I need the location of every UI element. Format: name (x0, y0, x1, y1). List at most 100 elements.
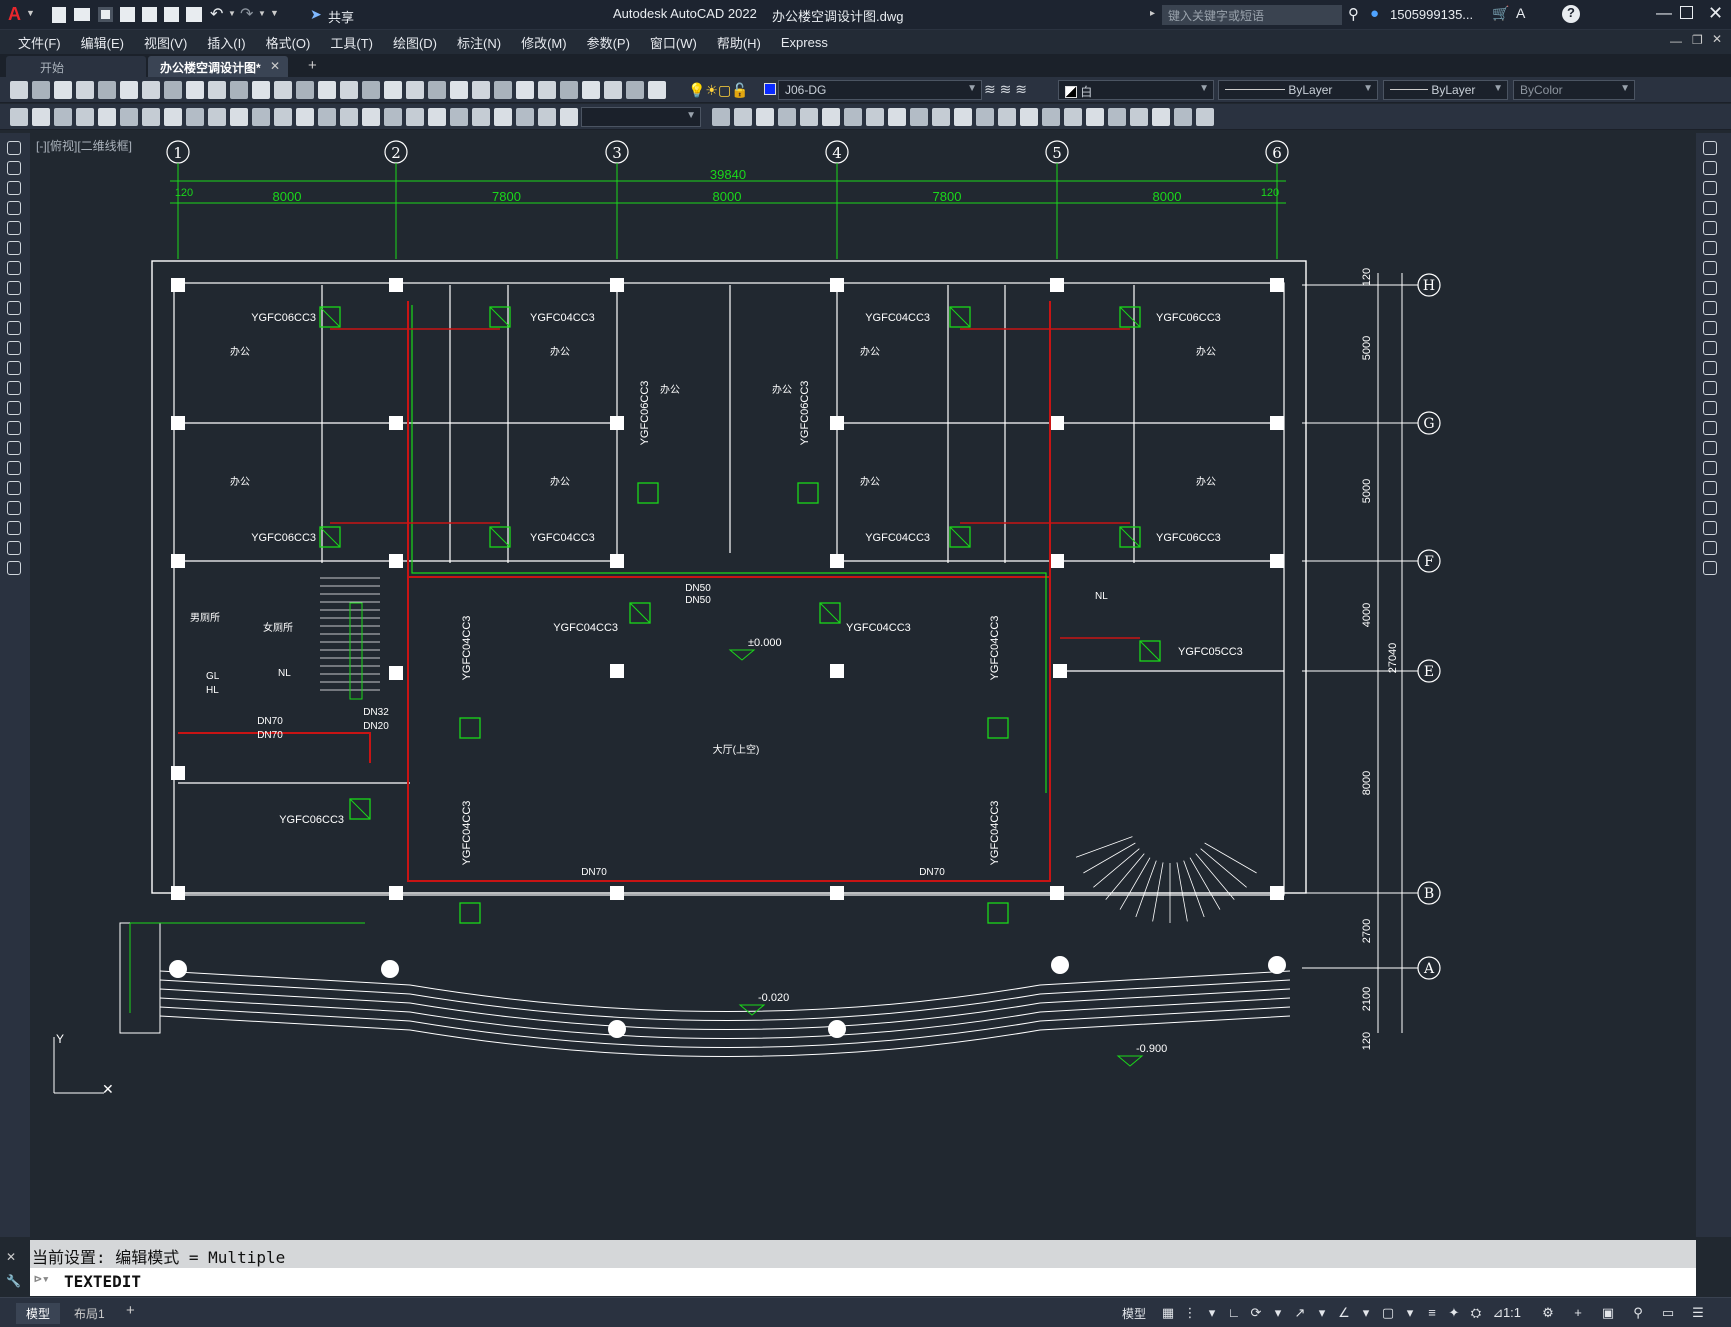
standard-tool-icon[interactable] (604, 81, 622, 99)
status-tool-icon[interactable]: ▣ (1600, 1305, 1616, 1321)
modify-tool-icon[interactable] (1064, 108, 1082, 126)
status-toggle-icon[interactable]: ∠ (1336, 1305, 1352, 1321)
undo-icon[interactable]: ↶ (210, 4, 223, 24)
command-close-icon[interactable]: ✕ (6, 1250, 16, 1264)
autodesk-app-icon[interactable]: A (1516, 5, 1525, 21)
standard-tool-icon[interactable] (538, 81, 556, 99)
modify-tool-icon[interactable] (120, 108, 138, 126)
modify-tool-icon[interactable] (384, 108, 402, 126)
modify-tool-icon[interactable] (186, 108, 204, 126)
status-tool-icon[interactable]: ▭ (1660, 1305, 1676, 1321)
modify-tool-icon[interactable] (208, 108, 226, 126)
status-toggle-icon[interactable]: ▾ (1358, 1305, 1374, 1321)
standard-tool-icon[interactable] (54, 81, 72, 99)
modify-tool-icon[interactable] (362, 108, 380, 126)
status-toggle-icon[interactable]: ▢ (1380, 1305, 1396, 1321)
modify-tool-icon[interactable] (1703, 201, 1717, 215)
menu-window[interactable]: 窗口(W) (640, 33, 707, 52)
draw-tool-icon[interactable] (7, 161, 21, 175)
modify-tool-icon[interactable] (1152, 108, 1170, 126)
modify-tool-icon[interactable] (516, 108, 534, 126)
modify-tool-icon[interactable] (1703, 341, 1717, 355)
layer-tools-icons[interactable]: ≋ ≋ ≋ (984, 81, 1027, 98)
standard-tool-icon[interactable] (164, 81, 182, 99)
layout1-tab[interactable]: 布局1 (64, 1303, 115, 1324)
draw-tool-icon[interactable] (7, 281, 21, 295)
modify-tool-icon[interactable] (1703, 141, 1717, 155)
modify-tool-icon[interactable] (560, 108, 578, 126)
customize-qat-icon[interactable]: ▼ (270, 8, 279, 18)
status-tool-icon[interactable]: ⚙ (1540, 1305, 1556, 1321)
save-web-icon[interactable] (164, 7, 179, 22)
modify-tool-icon[interactable] (32, 108, 50, 126)
menu-format[interactable]: 格式(O) (256, 33, 321, 52)
status-tool-icon[interactable]: ⚲ (1630, 1305, 1646, 1321)
modify-tool-icon[interactable] (1086, 108, 1104, 126)
lineweight-dropdown[interactable]: ByLayer ▼ (1383, 80, 1508, 100)
status-toggle-icon[interactable]: ▦ (1160, 1305, 1176, 1321)
modify-tool-icon[interactable] (340, 108, 358, 126)
standard-tool-icon[interactable] (252, 81, 270, 99)
standard-tool-icon[interactable] (208, 81, 226, 99)
save-icon[interactable] (98, 7, 113, 22)
search-icon[interactable]: ⚲ (1348, 5, 1359, 23)
modify-tool-icon[interactable] (1130, 108, 1148, 126)
modify-tool-icon[interactable] (1042, 108, 1060, 126)
modify-tool-icon[interactable] (450, 108, 468, 126)
modify-tool-icon[interactable] (164, 108, 182, 126)
status-toggle-icon[interactable]: ∟ (1226, 1305, 1242, 1321)
modify-tool-icon[interactable] (910, 108, 928, 126)
color-dropdown[interactable]: 白 ▼ (1058, 80, 1214, 100)
status-toggle-icon[interactable]: ▾ (1402, 1305, 1418, 1321)
menu-express[interactable]: Express (771, 35, 838, 50)
draw-tool-icon[interactable] (7, 341, 21, 355)
modify-tool-icon[interactable] (472, 108, 490, 126)
modify-tool-icon[interactable] (1703, 501, 1717, 515)
user-name[interactable]: 1505999135... (1390, 7, 1473, 22)
standard-tool-icon[interactable] (560, 81, 578, 99)
share-icon[interactable]: ➤ (310, 6, 322, 23)
modify-tool-icon[interactable] (1703, 481, 1717, 495)
modify-tool-icon[interactable] (76, 108, 94, 126)
modify-tool-icon[interactable] (1703, 541, 1717, 555)
modify-tool-icon[interactable] (888, 108, 906, 126)
status-toggle-icon[interactable]: ⛭ (1468, 1305, 1484, 1321)
draw-tool-icon[interactable] (7, 521, 21, 535)
modify-tool-icon[interactable] (1703, 321, 1717, 335)
autocad-logo-icon[interactable]: A (8, 4, 21, 25)
standard-tool-icon[interactable] (648, 81, 666, 99)
modify-tool-icon[interactable] (494, 108, 512, 126)
standard-tool-icon[interactable] (296, 81, 314, 99)
standard-tool-icon[interactable] (450, 81, 468, 99)
doc-restore-icon[interactable]: ❐ (1692, 33, 1703, 47)
modify-tool-icon[interactable] (1174, 108, 1192, 126)
drawing-canvas[interactable]: [-][俯视][二维线框] 1 2 3 4 5 6 39840 8000 7800 8000 780… (30, 133, 1696, 1237)
modify-tool-icon[interactable] (1703, 181, 1717, 195)
modify-tool-icon[interactable] (1020, 108, 1038, 126)
standard-tool-icon[interactable] (626, 81, 644, 99)
draw-tool-icon[interactable] (7, 501, 21, 515)
command-line[interactable]: ⊳▾ TEXTEDIT (30, 1268, 1696, 1296)
draw-tool-icon[interactable] (7, 441, 21, 455)
modify-tool-icon[interactable] (538, 108, 556, 126)
modify-tool-icon[interactable] (1196, 108, 1214, 126)
modify-tool-icon[interactable] (1703, 241, 1717, 255)
standard-tool-icon[interactable] (274, 81, 292, 99)
standard-tool-icon[interactable] (120, 81, 138, 99)
modify-tool-icon[interactable] (1108, 108, 1126, 126)
status-toggle-icon[interactable]: ▾ (1314, 1305, 1330, 1321)
model-layout-tab[interactable]: 模型 (16, 1303, 61, 1324)
modify-tool-icon[interactable] (844, 108, 862, 126)
open-file-icon[interactable] (74, 8, 90, 21)
expand-search-icon[interactable]: ▸ (1150, 8, 1155, 19)
modify-tool-icon[interactable] (10, 108, 28, 126)
menu-dimension[interactable]: 标注(N) (447, 33, 511, 52)
modify-tool-icon[interactable] (1703, 261, 1717, 275)
command-input[interactable]: TEXTEDIT (64, 1272, 141, 1291)
modify-tool-icon[interactable] (142, 108, 160, 126)
modify-tool-icon[interactable] (230, 108, 248, 126)
draw-tool-icon[interactable] (7, 401, 21, 415)
standard-tool-icon[interactable] (186, 81, 204, 99)
plot-icon[interactable] (186, 7, 202, 22)
help-icon[interactable]: ? (1562, 5, 1580, 23)
